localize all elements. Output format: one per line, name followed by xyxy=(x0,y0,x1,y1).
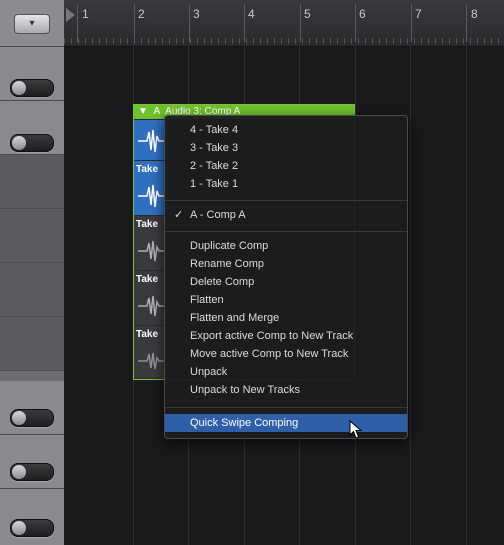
ruler-divider xyxy=(134,4,135,42)
disclosure-triangle-icon[interactable]: ▼ xyxy=(138,106,148,117)
track-on-toggle-5[interactable] xyxy=(10,519,54,537)
menu-item-unpack-to-new-tracks[interactable]: Unpack to New Tracks xyxy=(165,381,407,399)
comp-lane[interactable] xyxy=(134,120,168,160)
track-on-toggle-1[interactable] xyxy=(10,79,54,97)
menu-item-rename-comp[interactable]: Rename Comp xyxy=(165,255,407,273)
track-on-toggle-4[interactable] xyxy=(10,463,54,481)
ruler-bar-number: 7 xyxy=(415,7,422,21)
mouse-cursor-icon xyxy=(349,420,363,439)
ruler-bar-number: 8 xyxy=(471,7,478,21)
track-slot-4 xyxy=(0,209,64,263)
ruler-divider xyxy=(77,4,78,42)
chevron-down-icon: ▾ xyxy=(29,18,35,29)
grid-line xyxy=(410,46,411,545)
menu-item-take-4[interactable]: 4 - Take 4 xyxy=(165,121,407,139)
ruler-ticks xyxy=(64,38,504,44)
ruler-divider xyxy=(300,4,301,42)
track-on-toggle-3[interactable] xyxy=(10,409,54,427)
waveform-icon xyxy=(138,240,166,262)
track-header-column: ▾ xyxy=(0,0,64,545)
track-slot-8[interactable] xyxy=(0,435,64,489)
menu-item-take-3[interactable]: 3 - Take 3 xyxy=(165,139,407,157)
menu-item-unpack[interactable]: Unpack xyxy=(165,363,407,381)
take-lane-4[interactable]: Take xyxy=(134,161,168,215)
logic-arrange-window: ▾ 1 2 3 4 5 6 7 8 ▼ A Audio 3: Comp A Ta… xyxy=(0,0,504,545)
ruler-divider xyxy=(355,4,356,42)
menu-item-duplicate-comp[interactable]: Duplicate Comp xyxy=(165,237,407,255)
menu-item-flatten[interactable]: Flatten xyxy=(165,291,407,309)
track-slot-6 xyxy=(0,317,64,371)
menu-item-flatten-and-merge[interactable]: Flatten and Merge xyxy=(165,309,407,327)
ruler-bar-number: 3 xyxy=(193,7,200,21)
menu-item-take-2[interactable]: 2 - Take 2 xyxy=(165,157,407,175)
take-label: Take xyxy=(136,274,159,285)
ruler-bar-number: 6 xyxy=(359,7,366,21)
ruler-divider xyxy=(189,4,190,42)
ruler-divider xyxy=(411,4,412,42)
ruler-bar-number: 1 xyxy=(82,7,89,21)
track-slot-7[interactable] xyxy=(0,381,64,435)
menu-separator xyxy=(165,407,407,408)
take-lane-2[interactable]: Take xyxy=(134,271,168,325)
take-folder-context-menu: 4 - Take 4 3 - Take 3 2 - Take 2 1 - Tak… xyxy=(164,115,408,439)
ruler-divider xyxy=(466,4,467,42)
track-slot-2[interactable] xyxy=(0,101,64,155)
track-slot-3 xyxy=(0,155,64,209)
take-label: Take xyxy=(136,219,159,230)
grid-line xyxy=(466,46,467,545)
playhead-marker-icon[interactable] xyxy=(66,8,75,22)
ruler-bar-number: 4 xyxy=(248,7,255,21)
menu-item-move-comp[interactable]: Move active Comp to New Track xyxy=(165,345,407,363)
menu-item-quick-swipe-comping[interactable]: Quick Swipe Comping xyxy=(165,414,407,432)
menu-item-export-comp[interactable]: Export active Comp to New Track xyxy=(165,327,407,345)
waveform-icon xyxy=(138,184,166,208)
menu-separator xyxy=(165,200,407,201)
waveform-icon xyxy=(138,295,166,317)
menu-item-delete-comp[interactable]: Delete Comp xyxy=(165,273,407,291)
ruler-divider xyxy=(244,4,245,42)
take-label: Take xyxy=(136,164,159,175)
waveform-icon xyxy=(138,352,166,370)
ruler-bar-number: 5 xyxy=(304,7,311,21)
comp-letter-badge[interactable]: A xyxy=(151,106,163,117)
collapse-tracks-button[interactable]: ▾ xyxy=(14,14,50,34)
bar-ruler[interactable]: 1 2 3 4 5 6 7 8 xyxy=(64,0,504,47)
ruler-bar-number: 2 xyxy=(138,7,145,21)
menu-item-comp-a[interactable]: A - Comp A xyxy=(165,206,407,224)
track-slot-5 xyxy=(0,263,64,317)
take-label: Take xyxy=(136,329,159,340)
track-slot-1[interactable] xyxy=(0,47,64,101)
global-header-box: ▾ xyxy=(0,0,64,47)
take-lane-1[interactable]: Take xyxy=(134,326,168,378)
track-slot-9[interactable] xyxy=(0,489,64,545)
waveform-icon xyxy=(138,129,166,153)
track-on-toggle-2[interactable] xyxy=(10,134,54,152)
take-lane-3[interactable]: Take xyxy=(134,216,168,270)
menu-separator xyxy=(165,231,407,232)
menu-item-take-1[interactable]: 1 - Take 1 xyxy=(165,175,407,193)
